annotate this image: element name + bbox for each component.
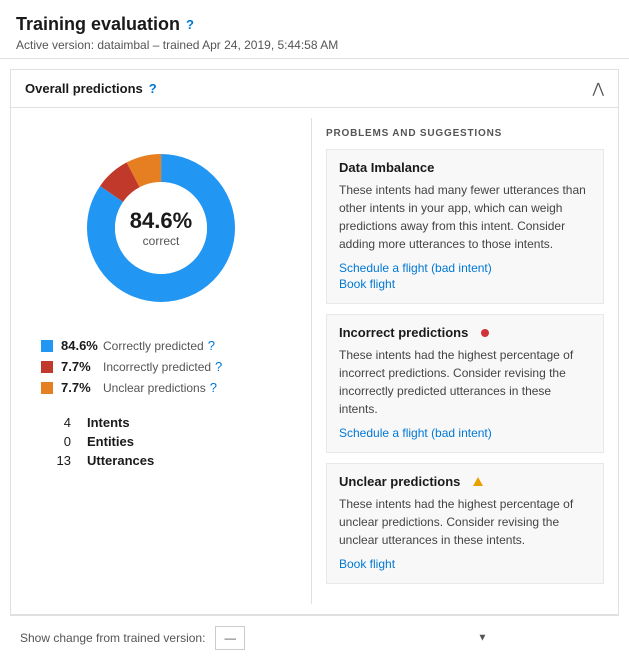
stat-row-intents: 4 Intents: [41, 415, 281, 430]
page: Training evaluation ? Active version: da…: [0, 0, 629, 660]
footer-label: Show change from trained version:: [20, 631, 205, 645]
incorrectly-predicted-help-icon[interactable]: ?: [215, 359, 222, 374]
entities-count: 0: [41, 434, 71, 449]
incorrect-predictions-title: Incorrect predictions: [339, 325, 591, 340]
unclear-predictions-help-icon[interactable]: ?: [210, 380, 217, 395]
stat-row-entities: 0 Entities: [41, 434, 281, 449]
trained-version-select[interactable]: —: [215, 626, 245, 650]
data-imbalance-title: Data Imbalance: [339, 160, 591, 175]
incorrect-predictions-card: Incorrect predictions These intents had …: [326, 314, 604, 453]
section-title-label: Overall predictions: [25, 81, 143, 96]
utterances-label: Utterances: [87, 453, 154, 468]
entities-label: Entities: [87, 434, 134, 449]
collapse-icon[interactable]: ⋀: [593, 80, 604, 97]
left-panel: 84.6% correct 84.6% Correctly predicted …: [11, 118, 311, 604]
data-imbalance-text: These intents had many fewer utterances …: [339, 181, 591, 253]
legend-label-incorrect: Incorrectly predicted ?: [103, 359, 222, 374]
overall-predictions-section: Overall predictions ? ⋀: [10, 69, 619, 615]
donut-percent: 84.6%: [130, 208, 192, 234]
intents-label: Intents: [87, 415, 130, 430]
legend-color-correct: [41, 340, 53, 352]
section-body: 84.6% correct 84.6% Correctly predicted …: [11, 108, 618, 614]
legend-pct-incorrect: 7.7%: [61, 359, 103, 374]
stat-row-utterances: 13 Utterances: [41, 453, 281, 468]
unclear-predictions-link-book[interactable]: Book flight: [339, 557, 591, 571]
page-title: Training evaluation: [16, 14, 180, 35]
legend-pct-unclear: 7.7%: [61, 380, 103, 395]
incorrect-predictions-text: These intents had the highest percentage…: [339, 346, 591, 418]
data-imbalance-link-schedule[interactable]: Schedule a flight (bad intent): [339, 261, 591, 275]
select-arrow-icon: ▼: [478, 633, 488, 644]
unclear-predictions-text: These intents had the highest percentage…: [339, 495, 591, 549]
legend-color-incorrect: [41, 361, 53, 373]
legend-color-unclear: [41, 382, 53, 394]
donut-chart: 84.6% correct: [71, 138, 251, 318]
incorrect-predictions-link-schedule[interactable]: Schedule a flight (bad intent): [339, 426, 591, 440]
legend-item-incorrect: 7.7% Incorrectly predicted ?: [41, 359, 281, 374]
header: Training evaluation ? Active version: da…: [0, 0, 629, 59]
footer: Show change from trained version: — ▼: [10, 615, 619, 660]
problems-section-title: PROBLEMS AND SUGGESTIONS: [326, 128, 604, 139]
trained-version-select-wrapper: — ▼: [215, 626, 495, 650]
title-help-icon[interactable]: ?: [186, 17, 194, 32]
legend-label-unclear: Unclear predictions ?: [103, 380, 217, 395]
legend-item-correct: 84.6% Correctly predicted ?: [41, 338, 281, 353]
legend-item-unclear: 7.7% Unclear predictions ?: [41, 380, 281, 395]
active-version-subtitle: Active version: dataimbal – trained Apr …: [16, 38, 613, 52]
legend-pct-correct: 84.6%: [61, 338, 103, 353]
legend-label-correct: Correctly predicted ?: [103, 338, 215, 353]
correctly-predicted-help-icon[interactable]: ?: [208, 338, 215, 353]
data-imbalance-link-book[interactable]: Book flight: [339, 277, 591, 291]
utterances-count: 13: [41, 453, 71, 468]
section-title-row: Overall predictions ?: [25, 81, 157, 96]
legend: 84.6% Correctly predicted ? 7.7% Incorre…: [31, 338, 291, 401]
orange-triangle-icon: [473, 477, 483, 486]
page-title-row: Training evaluation ?: [16, 14, 613, 35]
right-panel: PROBLEMS AND SUGGESTIONS Data Imbalance …: [311, 118, 618, 604]
red-dot-icon: [481, 329, 489, 337]
unclear-predictions-title: Unclear predictions: [339, 474, 591, 489]
intents-count: 4: [41, 415, 71, 430]
stats: 4 Intents 0 Entities 13 Utterances: [31, 405, 291, 472]
data-imbalance-card: Data Imbalance These intents had many fe…: [326, 149, 604, 304]
donut-correct-label: correct: [130, 234, 192, 248]
donut-label: 84.6% correct: [130, 208, 192, 248]
section-help-icon[interactable]: ?: [149, 81, 157, 96]
section-header: Overall predictions ? ⋀: [11, 70, 618, 108]
